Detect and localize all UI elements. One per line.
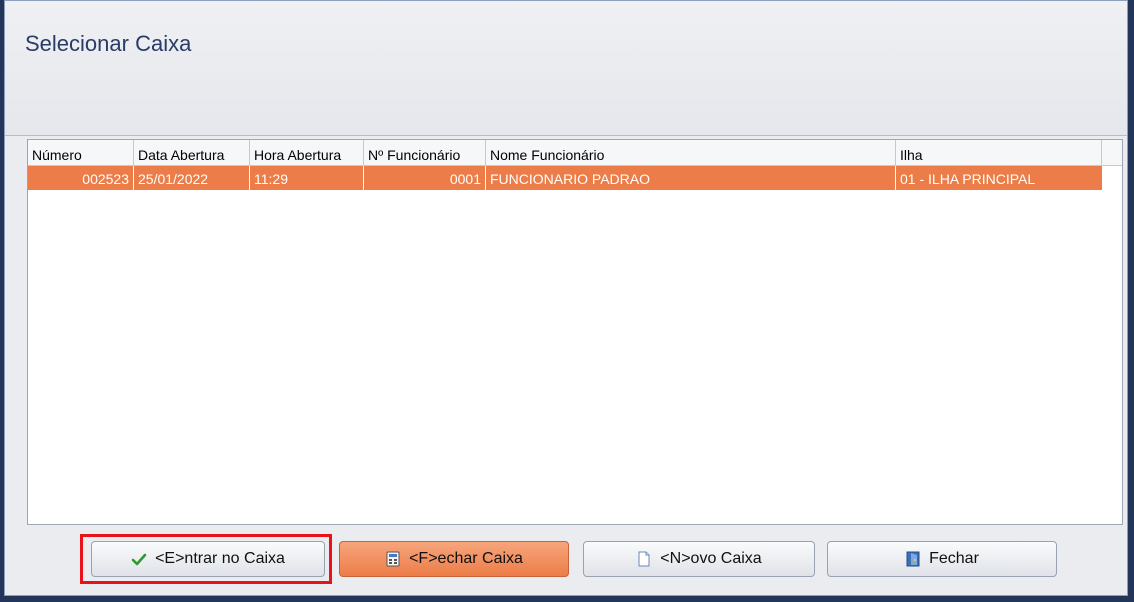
column-header-nome-funcionario[interactable]: Nome Funcionário xyxy=(486,140,896,166)
button-bar: <E>ntrar no Caixa <F>echar Caixa <N>ovo … xyxy=(5,531,1127,591)
column-header-num-funcionario[interactable]: Nº Funcionário xyxy=(364,140,486,166)
close-label: Fechar xyxy=(929,550,979,567)
dialog-title: Selecionar Caixa xyxy=(25,31,192,56)
cell-ilha: 01 - ILHA PRINCIPAL xyxy=(900,171,1036,187)
checkmark-icon xyxy=(131,551,147,567)
close-register-label: <F>echar Caixa xyxy=(409,550,523,567)
register-table[interactable]: Número Data Abertura Hora Abertura Nº Fu… xyxy=(27,139,1123,525)
cell-numero: 002523 xyxy=(28,166,134,190)
dialog-header: Selecionar Caixa xyxy=(5,1,1127,136)
select-register-dialog: Selecionar Caixa Número Data Abertura Ho… xyxy=(4,0,1128,596)
table-row[interactable]: 002523 25/01/2022 11:29 0001 FUNCIONARIO… xyxy=(28,166,1122,190)
close-button[interactable]: Fechar xyxy=(827,541,1057,577)
cell-hora-abertura: 11:29 xyxy=(250,166,364,190)
column-header-numero[interactable]: Número xyxy=(28,140,134,166)
enter-register-button[interactable]: <E>ntrar no Caixa xyxy=(91,541,325,577)
column-header-ilha[interactable]: Ilha xyxy=(896,140,1102,166)
column-header-filler xyxy=(1102,140,1122,166)
column-header-data-abertura[interactable]: Data Abertura xyxy=(134,140,250,166)
cell-data-abertura: 25/01/2022 xyxy=(134,166,250,190)
close-register-icon xyxy=(385,551,401,567)
enter-register-label: <E>ntrar no Caixa xyxy=(155,550,285,567)
column-header-hora-abertura[interactable]: Hora Abertura xyxy=(250,140,364,166)
cell-num-funcionario: 0001 xyxy=(364,166,486,190)
cell-nome-funcionario: FUNCIONARIO PADRAO xyxy=(486,166,896,190)
table-header: Número Data Abertura Hora Abertura Nº Fu… xyxy=(28,140,1122,166)
row-filler xyxy=(1102,166,1122,190)
exit-door-icon xyxy=(905,551,921,567)
new-register-label: <N>ovo Caixa xyxy=(660,550,762,567)
new-document-icon xyxy=(636,551,652,567)
close-register-button[interactable]: <F>echar Caixa xyxy=(339,541,569,577)
new-register-button[interactable]: <N>ovo Caixa xyxy=(583,541,815,577)
